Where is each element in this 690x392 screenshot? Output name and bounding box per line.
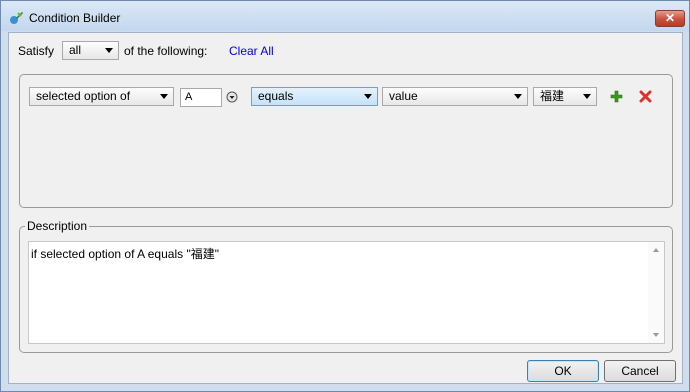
chevron-down-icon [105, 48, 113, 53]
match-mode-select[interactable]: all [62, 41, 119, 60]
app-icon [10, 12, 23, 24]
scroll-down-icon[interactable] [653, 333, 659, 337]
chevron-down-icon [364, 94, 372, 99]
compare-type-value: value [389, 89, 418, 103]
ok-button[interactable]: OK [527, 360, 599, 382]
cancel-button[interactable]: Cancel [604, 360, 676, 382]
satisfy-label: Satisfy [18, 44, 55, 58]
subject-value: selected option of [36, 89, 131, 103]
match-mode-value: all [69, 43, 82, 57]
window-title: Condition Builder [29, 11, 121, 25]
close-icon: ✕ [664, 11, 676, 25]
compare-value-select[interactable]: 福建 [533, 87, 597, 106]
subject-select[interactable]: selected option of [29, 87, 174, 106]
title-bar[interactable]: Condition Builder ✕ [1, 1, 689, 31]
of-following-label: of the following: [124, 44, 208, 58]
chevron-down-icon [514, 94, 522, 99]
scroll-up-icon[interactable] [653, 248, 659, 252]
compare-value: 福建 [540, 89, 565, 103]
close-button[interactable]: ✕ [655, 10, 685, 27]
dialog-body: Satisfy all of the following: Clear All … [8, 32, 683, 384]
operator-value: equals [258, 89, 294, 103]
chevron-down-icon [583, 94, 591, 99]
add-condition-icon[interactable] [610, 90, 623, 103]
conditions-panel: selected option of A equals value 福建 [19, 74, 673, 208]
chevron-down-icon [160, 94, 168, 99]
description-panel: if selected option of A equals "福建" [19, 226, 673, 353]
field-picker-icon[interactable] [226, 91, 238, 103]
compare-type-select[interactable]: value [382, 87, 528, 106]
clear-all-link[interactable]: Clear All [229, 44, 274, 58]
field-input[interactable]: A [180, 88, 222, 107]
operator-select[interactable]: equals [251, 87, 378, 106]
description-text: if selected option of A equals "福建" [31, 247, 219, 261]
description-label: Description [25, 219, 90, 233]
description-textarea[interactable]: if selected option of A equals "福建" [28, 241, 665, 344]
dialog-window: Condition Builder ✕ Satisfy all of the f… [0, 0, 690, 392]
delete-condition-icon[interactable] [639, 90, 652, 103]
description-scrollbar[interactable] [648, 242, 664, 343]
